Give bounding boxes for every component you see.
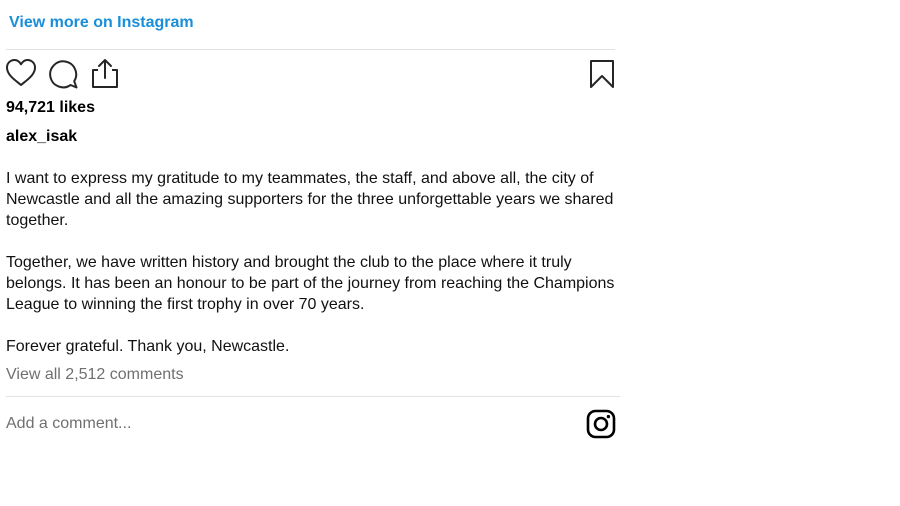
post-username[interactable]: alex_isak <box>6 128 77 146</box>
share-icon[interactable] <box>90 58 120 90</box>
bookmark-icon[interactable] <box>589 59 615 89</box>
likes-count: 94,721 likes <box>6 99 95 116</box>
view-comments-link[interactable]: View all 2,512 comments <box>6 366 184 384</box>
post-actions <box>5 58 615 90</box>
comment-icon[interactable] <box>47 58 79 90</box>
divider <box>6 49 615 50</box>
caption-paragraph: Forever grateful. Thank you, Newcastle. <box>6 338 290 355</box>
caption-paragraph: Together, we have written history and br… <box>6 254 615 313</box>
add-comment-input[interactable]: Add a comment... <box>6 415 131 433</box>
view-more-link[interactable]: View more on Instagram <box>9 14 194 32</box>
heart-icon[interactable] <box>5 58 37 88</box>
divider <box>6 396 620 397</box>
instagram-logo-icon[interactable] <box>586 409 616 439</box>
caption-paragraph: I want to express my gratitude to my tea… <box>6 170 614 229</box>
post-caption: I want to express my gratitude to my tea… <box>6 168 618 357</box>
